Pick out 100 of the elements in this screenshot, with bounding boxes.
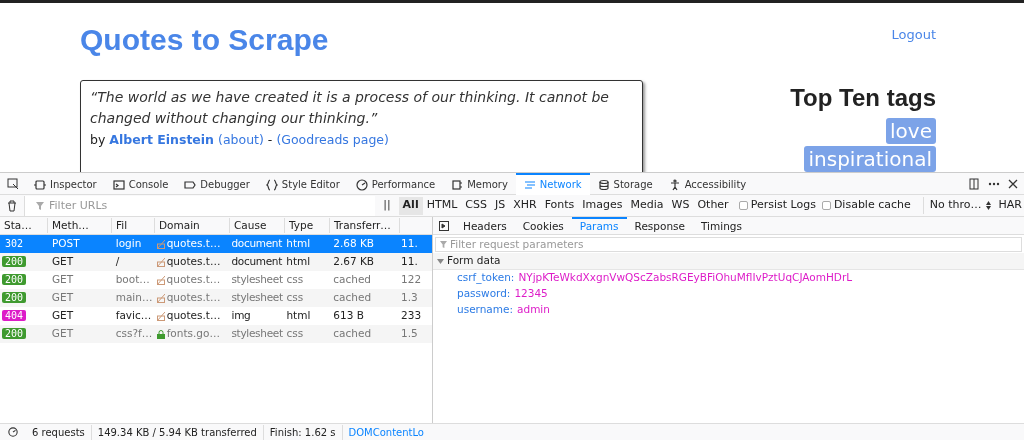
domain-cell: quotes.t… — [166, 236, 221, 252]
database-icon — [597, 178, 610, 191]
logout-link[interactable]: Logout — [891, 17, 936, 62]
file-cell-text: / — [114, 254, 121, 270]
detail-tab[interactable]: Timings — [693, 216, 750, 235]
method-cell-text: GET — [50, 254, 75, 270]
type-filter-button[interactable]: All — [398, 196, 423, 215]
filter-icon — [36, 201, 44, 210]
column-header[interactable]: Meth… — [48, 217, 112, 234]
type-filter-button[interactable]: Fonts — [540, 196, 579, 215]
column-header[interactable]: Type — [285, 217, 330, 234]
devtools-tab[interactable]: Accessibility — [660, 172, 755, 195]
type-filter-button[interactable]: HTML — [422, 196, 462, 215]
domain-cell: quotes.t… — [166, 254, 221, 270]
form-data-header[interactable]: Form data — [433, 253, 1024, 270]
method-cell-text: GET — [50, 308, 75, 324]
close-icon[interactable] — [1008, 178, 1018, 189]
method-cell-text: POST — [50, 236, 81, 252]
transferred-cell-text: cached — [332, 326, 373, 342]
devtools-tab[interactable]: Network — [515, 172, 590, 195]
cause-cell-text: document — [230, 236, 284, 252]
braces-icon — [265, 178, 278, 191]
gauge-icon — [355, 178, 368, 191]
transferred-cell-text: cached — [332, 290, 373, 306]
devtools-tab[interactable]: Style Editor — [257, 172, 348, 195]
file-cell-text: login — [114, 236, 143, 252]
column-header[interactable]: Domain — [155, 217, 230, 234]
column-header[interactable]: Cause — [230, 217, 285, 234]
status-code: 302 — [4, 238, 25, 250]
detail-tab[interactable]: Params — [571, 216, 627, 235]
type-cell-text: html — [285, 236, 312, 252]
checkbox[interactable] — [738, 201, 748, 210]
type-filter-button[interactable]: XHR — [509, 196, 541, 215]
more-icon[interactable] — [988, 181, 1000, 186]
dom-content-loaded: DOMContentLo — [347, 425, 425, 440]
author-link[interactable]: Albert Einstein — [109, 131, 215, 150]
status-code: 200 — [2, 274, 27, 286]
type-filter-button[interactable]: Images — [578, 196, 627, 215]
type-filter-button[interactable]: WS — [667, 196, 694, 215]
param-name: csrf_token: — [457, 270, 515, 286]
size-cell-text: 1.5 — [400, 326, 419, 342]
transferred-cell-text: cached — [332, 272, 373, 288]
domain-cell: quotes.t… — [166, 308, 221, 324]
file-cell-text: main… — [114, 290, 154, 306]
performance-icon[interactable] — [8, 427, 18, 437]
cause-cell-text: stylesheet — [230, 290, 284, 306]
size-cell-text: 122 — [400, 272, 423, 288]
type-cell-text: css — [285, 290, 305, 306]
type-filter-button[interactable]: JS — [490, 196, 510, 215]
about-link[interactable]: (about) — [218, 131, 264, 150]
type-cell-text: css — [285, 326, 305, 342]
param-name: username: — [457, 302, 514, 318]
devtools-tab[interactable]: Performance — [347, 172, 444, 195]
column-header[interactable]: Transferr… — [330, 217, 400, 234]
status-code: 200 — [2, 256, 27, 268]
detail-tab[interactable]: Response — [626, 216, 693, 235]
checkbox[interactable] — [821, 201, 831, 210]
quote-text: “The world as we have created it is a process of our thinking. It cannot be changed without changing our thinking.” — [90, 88, 610, 128]
column-header[interactable]: Fil — [112, 217, 155, 234]
dock-icon[interactable] — [968, 177, 980, 190]
devtools-tab[interactable]: Memory — [443, 172, 516, 195]
transferred-cell-text: 2.68 KB — [332, 236, 376, 252]
method-cell-text: GET — [50, 272, 75, 288]
tags-heading: Top Ten tags — [790, 83, 936, 113]
column-header[interactable]: Sta… — [0, 217, 48, 234]
request-row[interactable]: 200 GET css?f… fonts.go… stylesheet css cached 1.5 — [0, 325, 432, 343]
devtools-tab[interactable]: Inspector — [26, 172, 105, 195]
request-row[interactable]: 200 GET / quotes.t… document html 2.67 KB 11. — [0, 253, 432, 271]
pick-element-icon[interactable] — [7, 177, 19, 190]
goodreads-link[interactable]: (Goodreads page) — [276, 131, 389, 150]
panel-toggle-icon[interactable] — [439, 220, 449, 231]
trash-icon[interactable] — [7, 199, 17, 212]
type-cell-text: html — [285, 254, 312, 270]
site-title[interactable]: Quotes to Scrape — [80, 17, 329, 62]
transfer-size: 149.34 KB / 5.94 KB transferred — [91, 424, 264, 440]
request-row[interactable]: 302 POST login quotes.t… document html 2.68 KB 11. — [0, 235, 432, 253]
cause-cell-text: stylesheet — [230, 326, 284, 342]
file-cell-text: favic… — [114, 308, 153, 324]
size-cell-text: 11. — [400, 254, 419, 270]
detail-tab[interactable]: Cookies — [514, 216, 572, 235]
devtools-tab[interactable]: Debugger — [176, 172, 258, 195]
detail-tab[interactable]: Headers — [455, 216, 515, 235]
type-filter-button[interactable]: Media — [626, 196, 668, 215]
finish-time: Finish: 1.62 s — [263, 424, 343, 440]
filter-field[interactable]: Filter URLs — [24, 195, 376, 216]
size-cell-text: 11. — [400, 236, 419, 252]
param-value: 12345 — [514, 286, 548, 302]
option-label: Disable cache — [833, 197, 911, 214]
status-code: 200 — [2, 328, 27, 340]
devtools-tab[interactable]: Storage — [589, 172, 661, 195]
request-row[interactable]: 200 GET main… quotes.t… stylesheet css cached 1.3 — [0, 289, 432, 307]
devtools-tab[interactable]: Console — [104, 172, 177, 195]
size-cell-text: 1.3 — [400, 290, 419, 306]
har-menu[interactable]: HAR — [998, 197, 1022, 214]
throttle-select[interactable]: No thro… — [922, 197, 991, 214]
type-filter-button[interactable]: Other — [693, 196, 733, 215]
type-filter-button[interactable]: CSS — [461, 196, 491, 215]
domain-cell: quotes.t… — [166, 272, 221, 288]
pause-button[interactable]: || — [375, 197, 399, 214]
params-filter-field[interactable]: Filter request parameters — [435, 237, 1022, 252]
